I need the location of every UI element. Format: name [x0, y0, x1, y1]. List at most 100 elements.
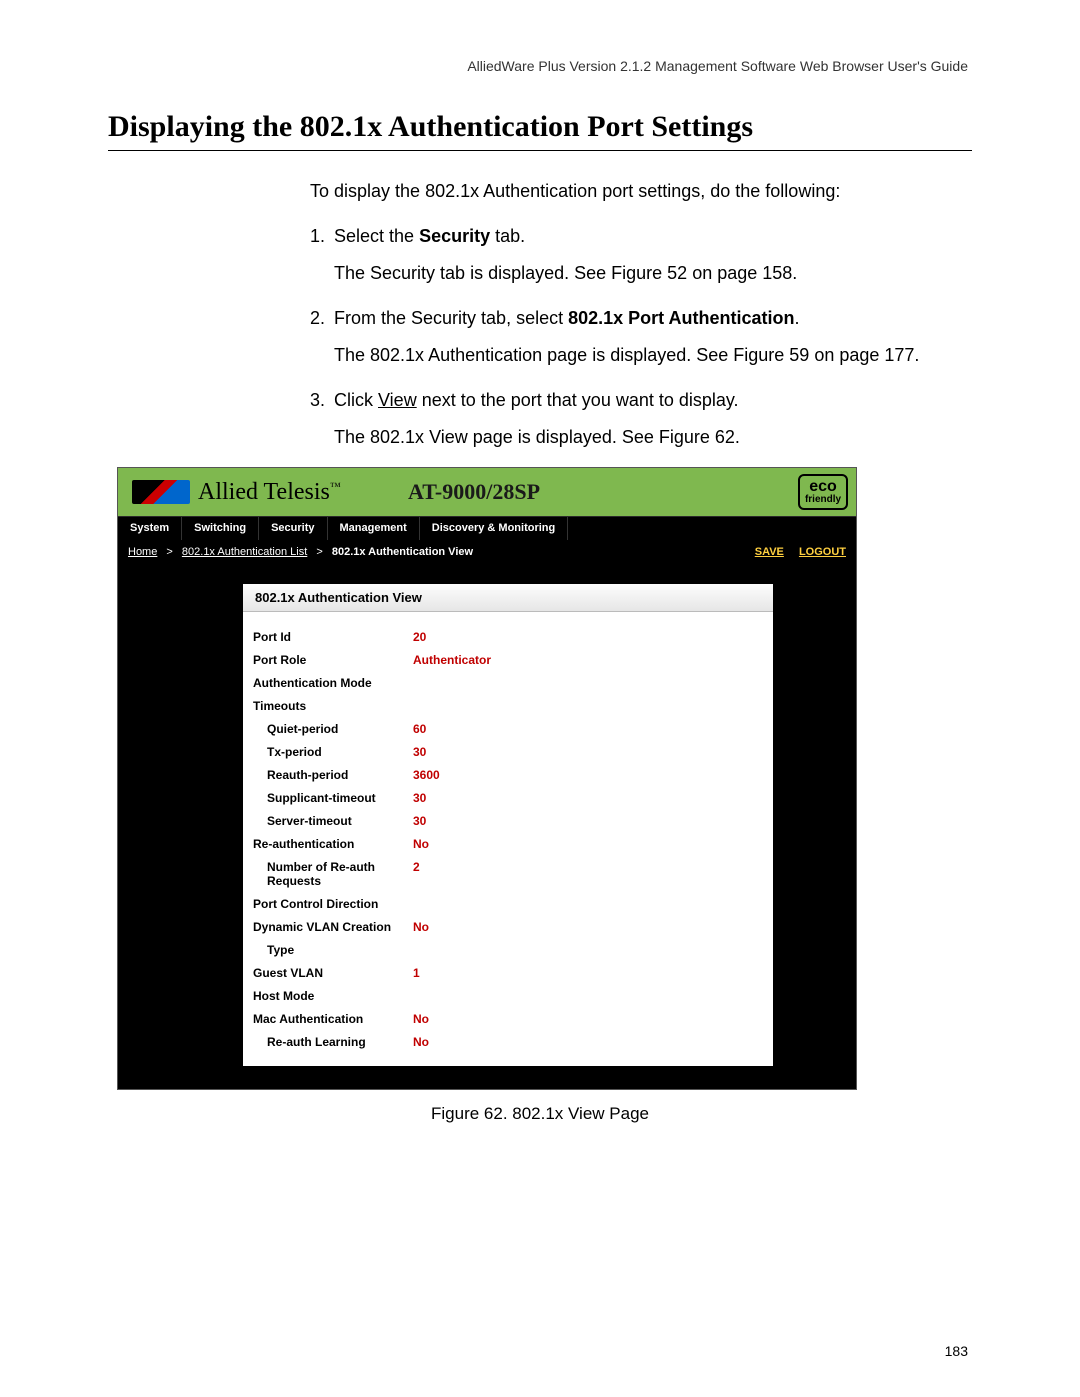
auth-view-panel: 802.1x Authentication View Port Id20Port… — [243, 584, 773, 1066]
tab-security[interactable]: Security — [259, 517, 327, 540]
logo-text: Allied Telesis™ — [198, 479, 341, 506]
field-row: Port Control Direction — [253, 897, 763, 911]
content-area: 802.1x Authentication View Port Id20Port… — [118, 564, 856, 1089]
step-1-num: 1. — [310, 223, 334, 250]
field-label: Authentication Mode — [253, 676, 413, 690]
field-label: Re-auth Learning — [253, 1035, 413, 1049]
breadcrumb: Home > 802.1x Authentication List > 802.… — [128, 546, 473, 558]
field-row: Quiet-period60 — [253, 722, 763, 736]
field-label: Supplicant-timeout — [253, 791, 413, 805]
breadcrumb-current: 802.1x Authentication View — [332, 546, 473, 558]
step-1: 1.Select the Security tab. The Security … — [310, 223, 972, 287]
step-1-sub: The Security tab is displayed. See Figur… — [334, 260, 972, 287]
panel-title: 802.1x Authentication View — [243, 584, 773, 612]
field-row: Port RoleAuthenticator — [253, 653, 763, 667]
step-2-c: . — [794, 308, 799, 328]
breadcrumb-auth-list[interactable]: 802.1x Authentication List — [182, 546, 307, 558]
field-row: Tx-period30 — [253, 745, 763, 759]
step-3-a: Click — [334, 390, 378, 410]
logout-link[interactable]: LOGOUT — [799, 546, 846, 558]
field-label: Port Role — [253, 653, 413, 667]
field-row: Dynamic VLAN CreationNo — [253, 920, 763, 934]
tabs: System Switching Security Management Dis… — [118, 516, 856, 540]
step-2-a: From the Security tab, select — [334, 308, 568, 328]
field-value: 30 — [413, 814, 426, 828]
figure-caption: Figure 62. 802.1x View Page — [0, 1104, 1080, 1124]
panel-body: Port Id20Port RoleAuthenticatorAuthentic… — [243, 612, 773, 1066]
step-3-sub: The 802.1x View page is displayed. See F… — [334, 424, 972, 451]
field-row: Port Id20 — [253, 630, 763, 644]
logo-name: Allied Telesis — [198, 479, 330, 505]
logo-tm: ™ — [330, 481, 341, 493]
field-value: 1 — [413, 966, 420, 980]
field-row: Re-authenticationNo — [253, 837, 763, 851]
field-label: Number of Re-auth Requests — [253, 860, 413, 888]
step-3-link: View — [378, 390, 417, 410]
top-actions: SAVE LOGOUT — [743, 546, 846, 558]
step-2: 2.From the Security tab, select 802.1x P… — [310, 305, 972, 369]
intro-text: To display the 802.1x Authentication por… — [310, 178, 972, 205]
embedded-screenshot: Allied Telesis™ AT-9000/28SP eco friendl… — [117, 467, 857, 1090]
tab-system[interactable]: System — [118, 517, 182, 540]
step-2-bold: 802.1x Port Authentication — [568, 308, 794, 328]
field-row: Authentication Mode — [253, 676, 763, 690]
field-label: Port Id — [253, 630, 413, 644]
field-label: Server-timeout — [253, 814, 413, 828]
tab-management[interactable]: Management — [328, 517, 420, 540]
step-2-num: 2. — [310, 305, 334, 332]
breadcrumb-sep-2: > — [316, 546, 322, 558]
page-number: 183 — [945, 1343, 968, 1359]
field-label: Guest VLAN — [253, 966, 413, 980]
step-1-bold: Security — [419, 226, 490, 246]
field-label: Tx-period — [253, 745, 413, 759]
logo-bar: Allied Telesis™ AT-9000/28SP eco friendl… — [118, 468, 856, 516]
tab-switching[interactable]: Switching — [182, 517, 259, 540]
field-row: Host Mode — [253, 989, 763, 1003]
field-label: Quiet-period — [253, 722, 413, 736]
field-value: 60 — [413, 722, 426, 736]
eco-bottom: friendly — [805, 495, 841, 505]
field-row: Reauth-period3600 — [253, 768, 763, 782]
field-value: No — [413, 837, 429, 851]
field-value: 3600 — [413, 768, 440, 782]
field-value: 2 — [413, 860, 420, 888]
field-row: Timeouts — [253, 699, 763, 713]
field-label: Reauth-period — [253, 768, 413, 782]
field-label: Mac Authentication — [253, 1012, 413, 1026]
step-1-a: Select the — [334, 226, 419, 246]
field-value: No — [413, 1012, 429, 1026]
field-row: Supplicant-timeout30 — [253, 791, 763, 805]
tab-discovery-monitoring[interactable]: Discovery & Monitoring — [420, 517, 568, 540]
field-value: 20 — [413, 630, 426, 644]
field-label: Dynamic VLAN Creation — [253, 920, 413, 934]
field-label: Port Control Direction — [253, 897, 413, 911]
step-2-sub: The 802.1x Authentication page is displa… — [334, 342, 972, 369]
save-link[interactable]: SAVE — [755, 546, 784, 558]
breadcrumb-home[interactable]: Home — [128, 546, 157, 558]
product-name: AT-9000/28SP — [408, 479, 540, 505]
eco-badge-icon: eco friendly — [798, 474, 848, 510]
step-3-c: next to the port that you want to displa… — [417, 390, 739, 410]
field-label: Type — [253, 943, 413, 957]
section-title: Displaying the 802.1x Authentication Por… — [108, 110, 972, 151]
field-row: Server-timeout30 — [253, 814, 763, 828]
field-row: Guest VLAN1 — [253, 966, 763, 980]
instructions: To display the 802.1x Authentication por… — [310, 178, 972, 469]
field-label: Timeouts — [253, 699, 413, 713]
field-row: Type — [253, 943, 763, 957]
field-value: No — [413, 1035, 429, 1049]
step-1-c: tab. — [490, 226, 525, 246]
field-row: Re-auth LearningNo — [253, 1035, 763, 1049]
step-3: 3.Click View next to the port that you w… — [310, 387, 972, 451]
field-value: 30 — [413, 791, 426, 805]
field-value: Authenticator — [413, 653, 491, 667]
step-3-num: 3. — [310, 387, 334, 414]
breadcrumb-sep: > — [166, 546, 172, 558]
field-label: Re-authentication — [253, 837, 413, 851]
eco-top: eco — [809, 479, 837, 495]
field-row: Mac AuthenticationNo — [253, 1012, 763, 1026]
field-row: Number of Re-auth Requests2 — [253, 860, 763, 888]
doc-header: AlliedWare Plus Version 2.1.2 Management… — [467, 58, 968, 74]
field-label: Host Mode — [253, 989, 413, 1003]
field-value: No — [413, 920, 429, 934]
